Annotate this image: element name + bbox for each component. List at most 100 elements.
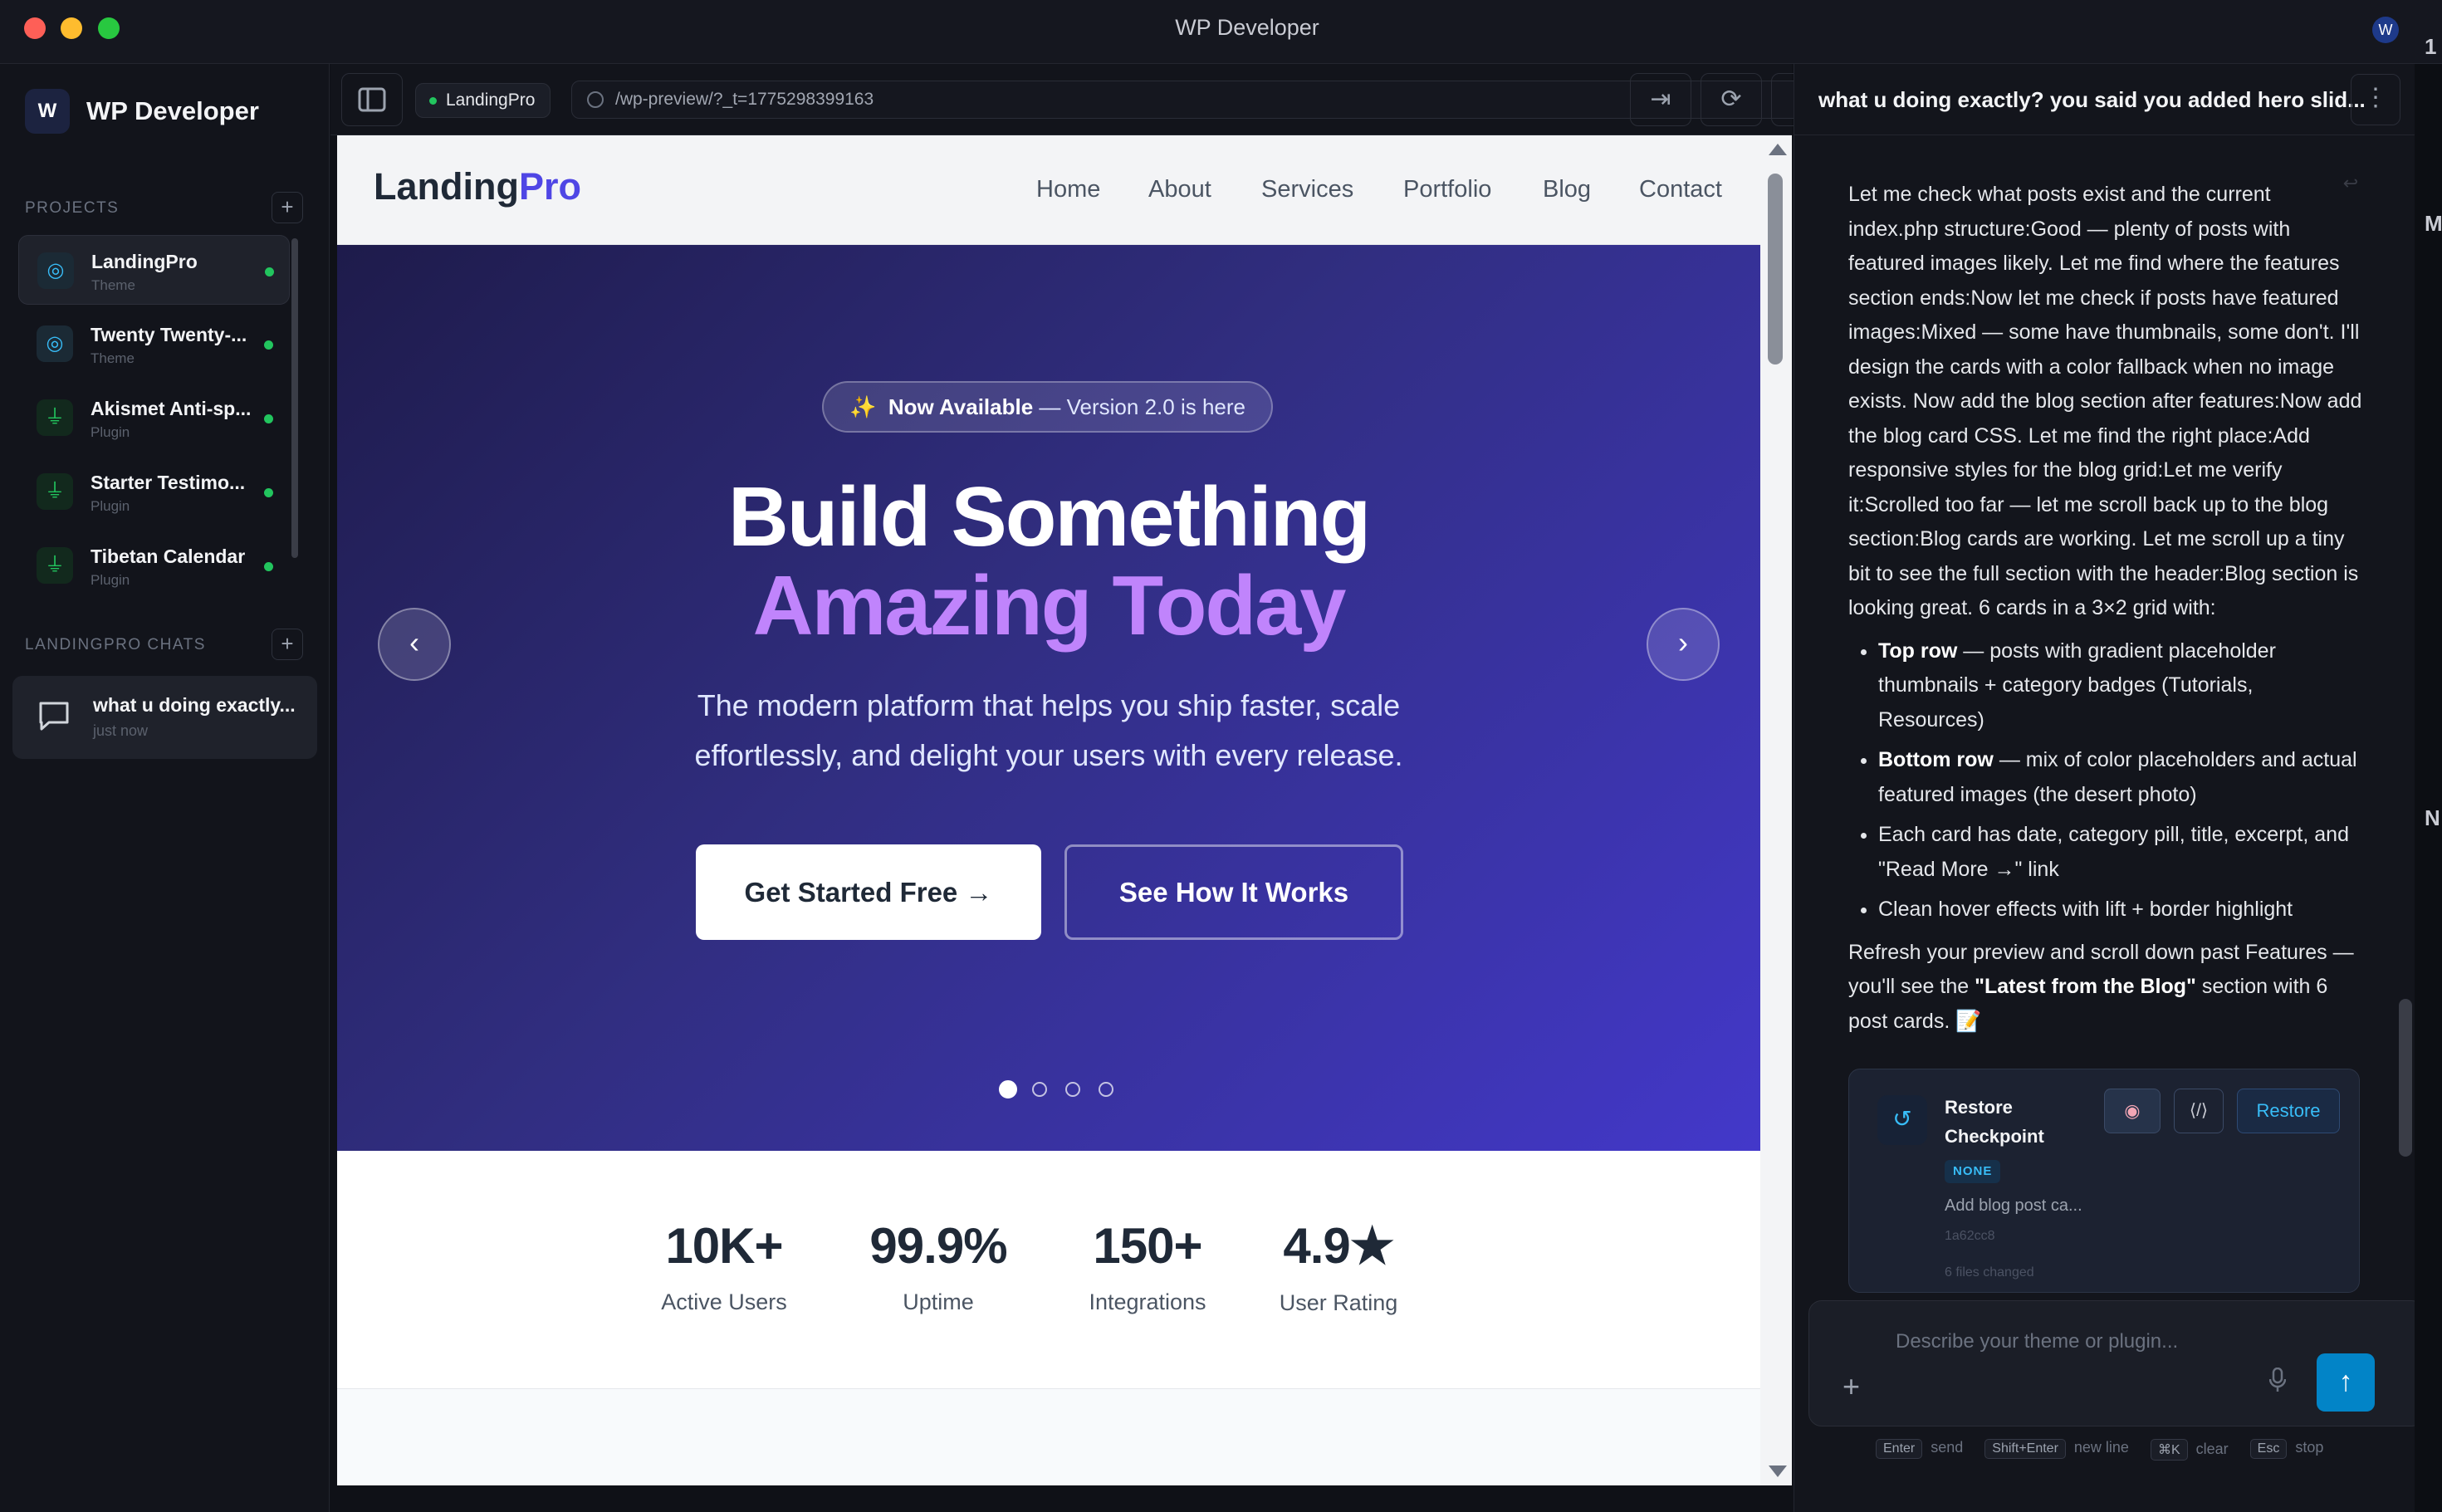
brand: W WP Developer	[25, 89, 259, 134]
view-diff-button[interactable]: ⟨/⟩	[2174, 1089, 2224, 1133]
chat-title: what u doing exactly...	[93, 694, 296, 716]
slide-dot[interactable]	[1032, 1082, 1047, 1097]
hint-key: Enter	[1876, 1439, 1923, 1459]
window-title: WP Developer	[1175, 15, 1319, 40]
message-bullets: Top row — posts with gradient placeholde…	[1848, 634, 2363, 927]
scroll-down-arrow-icon[interactable]	[1769, 1466, 1787, 1477]
add-project-button[interactable]: +	[272, 192, 303, 223]
voice-input-button[interactable]	[2260, 1359, 2295, 1401]
nav-about[interactable]: About	[1148, 176, 1211, 203]
checkpoint-files-changed: 6 files changed	[1945, 1265, 2034, 1280]
message-closing: Refresh your preview and scroll down pas…	[1848, 936, 2363, 1040]
chat-scrollbar[interactable]	[2399, 999, 2412, 1157]
restore-icon: ↺	[1877, 1095, 1927, 1145]
chat-list-item[interactable]: what u doing exactly... just now	[12, 676, 317, 759]
project-item-starter-testimonials[interactable]: ⏚ Starter Testimo... Plugin	[18, 457, 290, 526]
hint-key: ⌘K	[2150, 1439, 2188, 1461]
adjacent-window-edge: 1 M N	[2415, 34, 2442, 1512]
brand-name: WP Developer	[86, 96, 259, 125]
hint-label: stop	[2295, 1439, 2324, 1456]
sidebar-scrollbar[interactable]	[291, 238, 298, 558]
nav-contact[interactable]: Contact	[1639, 176, 1722, 203]
slide-dot[interactable]	[1099, 1082, 1113, 1097]
stats-section: 10K+ Active Users 99.9% Uptime 150+ Inte…	[337, 1151, 1760, 1389]
project-item-tibetan-calendar[interactable]: ⏚ Tibetan Calendar Plugin	[18, 531, 290, 600]
checkpoint-hash: 1a62cc8	[1945, 1229, 1995, 1243]
preview-checkpoint-button[interactable]: ◉	[2104, 1089, 2161, 1133]
hint-clear: ⌘K clear	[2150, 1439, 2229, 1461]
project-item-akismet[interactable]: ⏚ Akismet Anti-sp... Plugin	[18, 383, 290, 453]
project-type: Plugin	[91, 572, 130, 588]
plus-icon: +	[1843, 1369, 1861, 1403]
sign-in-icon: ⇥	[1650, 86, 1671, 113]
new-chat-button[interactable]: +	[272, 629, 303, 660]
login-button[interactable]: ⇥	[1630, 73, 1691, 126]
toggle-sidebar-button[interactable]	[341, 73, 403, 126]
scroll-up-arrow-icon[interactable]	[1769, 144, 1787, 155]
stat-value: 4.9★	[1283, 1218, 1394, 1274]
eye-icon: ◉	[2124, 1100, 2141, 1121]
wordpress-logo-icon: W	[25, 89, 70, 134]
hint-send: Enter send	[1876, 1439, 1963, 1461]
chats-heading: LANDINGPRO CHATS	[25, 636, 206, 653]
project-chip[interactable]: LandingPro	[415, 83, 551, 118]
chat-header: what u doing exactly? you said you added…	[1794, 64, 2442, 135]
checkpoint-tag: NONE	[1945, 1160, 2001, 1183]
site-header: LandingPro Home About Services Portfolio…	[337, 135, 1760, 245]
see-how-it-works-button[interactable]: See How It Works	[1064, 844, 1403, 940]
status-dot	[264, 488, 273, 497]
hero-heading-line2: Amazing Today	[752, 560, 1347, 653]
hint-label: send	[1931, 1439, 1964, 1456]
badge-strong: Now Available	[888, 394, 1034, 419]
chat-bubble-icon	[39, 702, 69, 731]
hero-subtitle: The modern platform that helps you ship …	[337, 681, 1760, 780]
bullet-item: Each card has date, category pill, title…	[1878, 818, 2363, 887]
bullet-item: Bottom row — mix of color placeholders a…	[1878, 743, 2363, 812]
attach-button[interactable]: +	[1843, 1369, 1860, 1404]
project-type: Plugin	[91, 424, 130, 440]
stat-user-rating: 4.9★ User Rating	[1247, 1217, 1430, 1316]
get-started-button[interactable]: Get Started Free →	[696, 844, 1041, 940]
closing-strong: "Latest from the Blog"	[1975, 975, 2196, 998]
restore-button[interactable]: Restore	[2237, 1089, 2340, 1133]
bullet-strong: Top row	[1878, 639, 1958, 663]
more-vertical-icon: ⋮	[2363, 84, 2388, 111]
status-dot	[265, 267, 274, 276]
checkpoint-description: Add blog post ca...	[1945, 1196, 2082, 1215]
refresh-preview-button[interactable]: ⟳	[1701, 73, 1762, 126]
nav-home[interactable]: Home	[1036, 176, 1100, 203]
slide-dot[interactable]	[999, 1080, 1017, 1099]
chat-header-title: what u doing exactly? you said you added…	[1818, 87, 2366, 112]
bullet-strong: Bottom row	[1878, 748, 1994, 771]
send-button[interactable]: ↑	[2317, 1353, 2375, 1412]
stat-uptime: 99.9% Uptime	[847, 1217, 1030, 1315]
chat-menu-button[interactable]: ⋮	[2351, 74, 2400, 125]
stat-integrations: 150+ Integrations	[1056, 1217, 1239, 1315]
project-type: Plugin	[91, 498, 130, 514]
palette-icon: ◎	[37, 252, 74, 289]
assistant-message: Let me check what posts exist and the cu…	[1848, 178, 2363, 1039]
scrollbar-thumb[interactable]	[1768, 174, 1783, 365]
site-logo[interactable]: LandingPro	[374, 165, 581, 208]
bullet-item: Clean hover effects with lift + border h…	[1878, 893, 2363, 927]
nav-portfolio[interactable]: Portfolio	[1403, 176, 1491, 203]
project-item-landingpro[interactable]: ◎ LandingPro Theme	[18, 235, 290, 305]
plug-icon: ⏚	[37, 399, 73, 436]
hint-label: clear	[2195, 1441, 2229, 1457]
logo-main: Landing	[374, 165, 519, 208]
refresh-icon: ⟳	[1720, 86, 1742, 113]
edge-text: N	[2425, 805, 2440, 830]
chat-input[interactable]: Describe your theme or plugin... + ↑	[1808, 1300, 2425, 1426]
site-preview: LandingPro Home About Services Portfolio…	[337, 135, 1760, 1485]
project-item-twenty-twenty[interactable]: ◎ Twenty Twenty-... Theme	[18, 309, 290, 379]
globe-icon	[587, 91, 604, 108]
projects-heading: PROJECTS	[25, 199, 120, 217]
wordpress-icon: W	[2372, 17, 2399, 43]
preview-scrollbar[interactable]	[1760, 135, 1792, 1485]
microphone-icon	[2268, 1367, 2287, 1392]
slide-dot[interactable]	[1065, 1082, 1080, 1097]
nav-blog[interactable]: Blog	[1543, 176, 1591, 203]
nav-services[interactable]: Services	[1261, 176, 1353, 203]
stat-active-users: 10K+ Active Users	[633, 1217, 815, 1315]
app-window: WP Developer W W WP Developer PROJECTS +…	[0, 0, 2442, 1512]
